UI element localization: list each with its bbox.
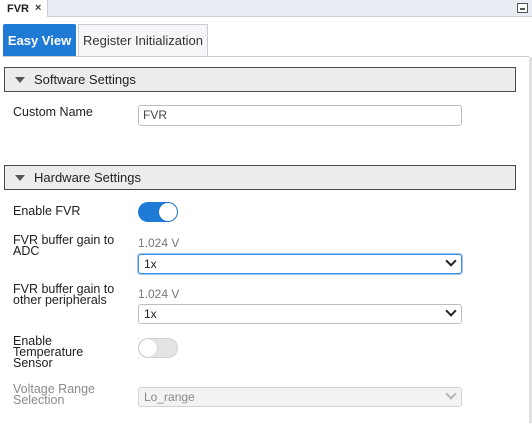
enable-fvr-label: Enable FVR bbox=[13, 204, 81, 218]
chevron-down-icon bbox=[445, 388, 457, 400]
editor-tab-strip: FVR × bbox=[0, 0, 532, 17]
enable-temp-label: Enable Temperature Sensor bbox=[13, 334, 84, 370]
gain-adc-select-value: 1x bbox=[144, 257, 157, 271]
section-software-settings[interactable]: Software Settings bbox=[4, 67, 516, 92]
tab-register-initialization[interactable]: Register Initialization bbox=[78, 24, 208, 56]
custom-name-input[interactable]: FVR bbox=[138, 105, 462, 126]
enable-temp-toggle[interactable] bbox=[138, 338, 178, 358]
toggle-knob bbox=[139, 339, 157, 357]
gain-adc-select[interactable]: 1x bbox=[138, 254, 462, 274]
tab-easy-view[interactable]: Easy View bbox=[3, 24, 76, 56]
custom-name-label: Custom Name bbox=[13, 105, 93, 119]
gain-adc-voltage-hint: 1.024 V bbox=[138, 236, 180, 250]
chevron-down-icon bbox=[445, 305, 457, 317]
chevron-down-icon bbox=[445, 255, 457, 267]
gain-periph-select-value: 1x bbox=[144, 307, 157, 321]
tabs-divider bbox=[3, 56, 529, 57]
gain-periph-label: FVR buffer gain to other peripherals bbox=[13, 282, 115, 307]
section-hardware-settings[interactable]: Hardware Settings bbox=[4, 165, 516, 190]
gain-periph-select[interactable]: 1x bbox=[138, 304, 462, 324]
gain-adc-label: FVR buffer gain to ADC bbox=[13, 233, 115, 258]
voltage-range-label: Voltage Range Selection bbox=[13, 382, 96, 407]
gain-periph-voltage-hint: 1.024 V bbox=[138, 287, 180, 301]
voltage-range-select-value: Lo_range bbox=[144, 390, 195, 404]
document-tab-label: FVR bbox=[7, 2, 29, 15]
section-title: Software Settings bbox=[34, 72, 136, 87]
toggle-knob bbox=[159, 203, 177, 221]
triangle-down-icon bbox=[15, 174, 25, 181]
voltage-range-select: Lo_range bbox=[138, 387, 462, 407]
minimize-icon[interactable] bbox=[517, 3, 528, 13]
view-tabs: Easy View Register Initialization bbox=[3, 24, 208, 56]
document-tab-fvr[interactable]: FVR × bbox=[0, 0, 49, 17]
close-icon[interactable]: × bbox=[35, 3, 41, 14]
enable-fvr-toggle[interactable] bbox=[138, 202, 178, 222]
triangle-down-icon bbox=[15, 76, 25, 83]
section-title: Hardware Settings bbox=[34, 170, 141, 185]
